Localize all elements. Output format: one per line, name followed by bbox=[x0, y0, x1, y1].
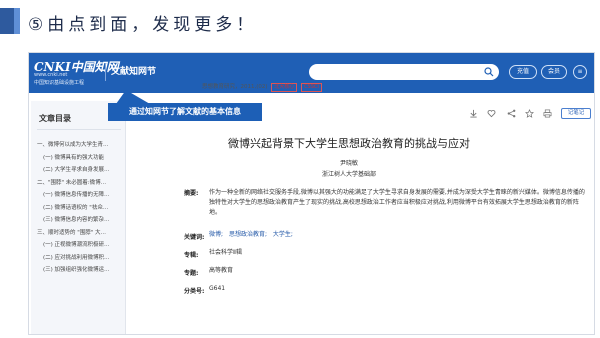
search-input[interactable] bbox=[309, 64, 499, 80]
callout-label: 通过知网节了解文献的基本信息 bbox=[108, 103, 262, 121]
article-organization[interactable]: 浙江树人大学基础部 bbox=[139, 169, 559, 178]
logo-url-text: www.cnki.net bbox=[34, 72, 68, 78]
search-icon[interactable] bbox=[484, 67, 494, 77]
print-icon[interactable] bbox=[543, 109, 552, 118]
nav-title[interactable]: 文献知网节 bbox=[111, 64, 156, 77]
classification-label: 分类号: bbox=[184, 288, 205, 295]
toc-item[interactable]: 三、顺时适势的 "围脖" 大… bbox=[37, 227, 125, 240]
series-value: 社会科学Ⅱ辑 bbox=[209, 249, 242, 256]
accent-bar-light bbox=[14, 8, 20, 34]
toc-item[interactable]: 一、微博何以成为大学生青… bbox=[37, 139, 125, 152]
download-icon[interactable] bbox=[469, 109, 478, 118]
star-icon[interactable] bbox=[525, 109, 534, 118]
slide-title: ⑤由点到面，发现更多！ bbox=[28, 15, 258, 35]
topic-label: 专题: bbox=[184, 270, 199, 277]
toc-item[interactable]: 二、"围脖" 未必圆着:微博… bbox=[37, 177, 125, 190]
sidebar-divider bbox=[37, 129, 121, 130]
abstract-label: 摘要: bbox=[184, 190, 199, 197]
toc-item[interactable]: (一) 微博具有的强大功能 bbox=[37, 152, 125, 165]
toc-item[interactable]: (三) 微博信息内容的繁杂… bbox=[37, 214, 125, 227]
article-title: 微博兴起背景下大学生思想政治教育的挑战与应对 bbox=[228, 137, 470, 150]
keyword-link[interactable]: 微博; bbox=[209, 231, 223, 238]
article-toolbar: 记笔记 bbox=[469, 108, 593, 121]
keywords-list: 微博; 思想政治教育; 大学生; bbox=[209, 230, 589, 240]
keywords-label: 关键词: bbox=[184, 234, 205, 241]
toc-item[interactable]: (三) 加强组织强化微博运… bbox=[37, 264, 125, 277]
logo-sub-text: 中国知识基础设施工程 bbox=[34, 80, 85, 86]
toc-item[interactable]: (二) 应对挑战利用微博积… bbox=[37, 252, 125, 265]
browser-screenshot: CNKI中国知网 www.cnki.net 中国知识基础设施工程 文献知网节 充… bbox=[28, 52, 595, 335]
cnki-logo[interactable]: CNKI中国知网 www.cnki.net 中国知识基础设施工程 bbox=[32, 56, 119, 90]
article-author[interactable]: 尹晓敏 bbox=[139, 158, 559, 167]
tag-cssci: CSSCI bbox=[301, 83, 322, 92]
toc-item[interactable]: (二) 微博话语权的 "祛众… bbox=[37, 202, 125, 215]
sidebar-heading: 文章目录 bbox=[39, 114, 71, 123]
member-button[interactable]: 会员 bbox=[541, 65, 567, 79]
toc-item[interactable]: (二) 大学生寻求自身发展… bbox=[37, 164, 125, 177]
tag-pku-core: 北大核心 bbox=[271, 83, 298, 92]
journal-info[interactable]: 思想教育研究，2011,(02) bbox=[202, 84, 268, 90]
take-note-button[interactable]: 记笔记 bbox=[561, 108, 591, 119]
toc-item[interactable]: (一) 微博信息传播的无障… bbox=[37, 189, 125, 202]
sidebar-toc: 文章目录 一、微博何以成为大学生青… (一) 微博具有的强大功能 (二) 大学生寻求… bbox=[31, 101, 126, 334]
callout-pointer bbox=[116, 90, 150, 104]
toc-item[interactable]: (一) 正视微博潮流积极研… bbox=[37, 239, 125, 252]
toc-list: 一、微博何以成为大学生青… (一) 微博具有的强大功能 (二) 大学生寻求自身发展…… bbox=[37, 139, 125, 277]
article-meta: 思想教育研究，2011,(02) 北大核心 CSSCI bbox=[202, 82, 322, 92]
note-button-label: 记笔记 bbox=[567, 110, 585, 116]
keyword-link[interactable]: 思想政治教育; bbox=[229, 231, 267, 238]
recharge-button[interactable]: 充值 bbox=[509, 65, 537, 79]
abstract-text: 作为一种全新的网络社交服务手段,微博以其强大的功能满足了大学生寻求自身发展的需要… bbox=[209, 189, 585, 216]
keyword-link[interactable]: 大学生; bbox=[273, 231, 293, 238]
favorite-icon[interactable] bbox=[487, 109, 496, 118]
slide: ⑤由点到面，发现更多！ CNKI中国知网 www.cnki.net 中国知识基础… bbox=[0, 0, 600, 338]
share-icon[interactable] bbox=[507, 109, 516, 118]
menu-icon[interactable]: ≡ bbox=[573, 65, 587, 79]
series-label: 专辑: bbox=[184, 252, 199, 259]
classification-value: G641 bbox=[209, 285, 226, 292]
topic-value: 高等教育 bbox=[209, 267, 234, 274]
nav-divider bbox=[105, 63, 106, 81]
